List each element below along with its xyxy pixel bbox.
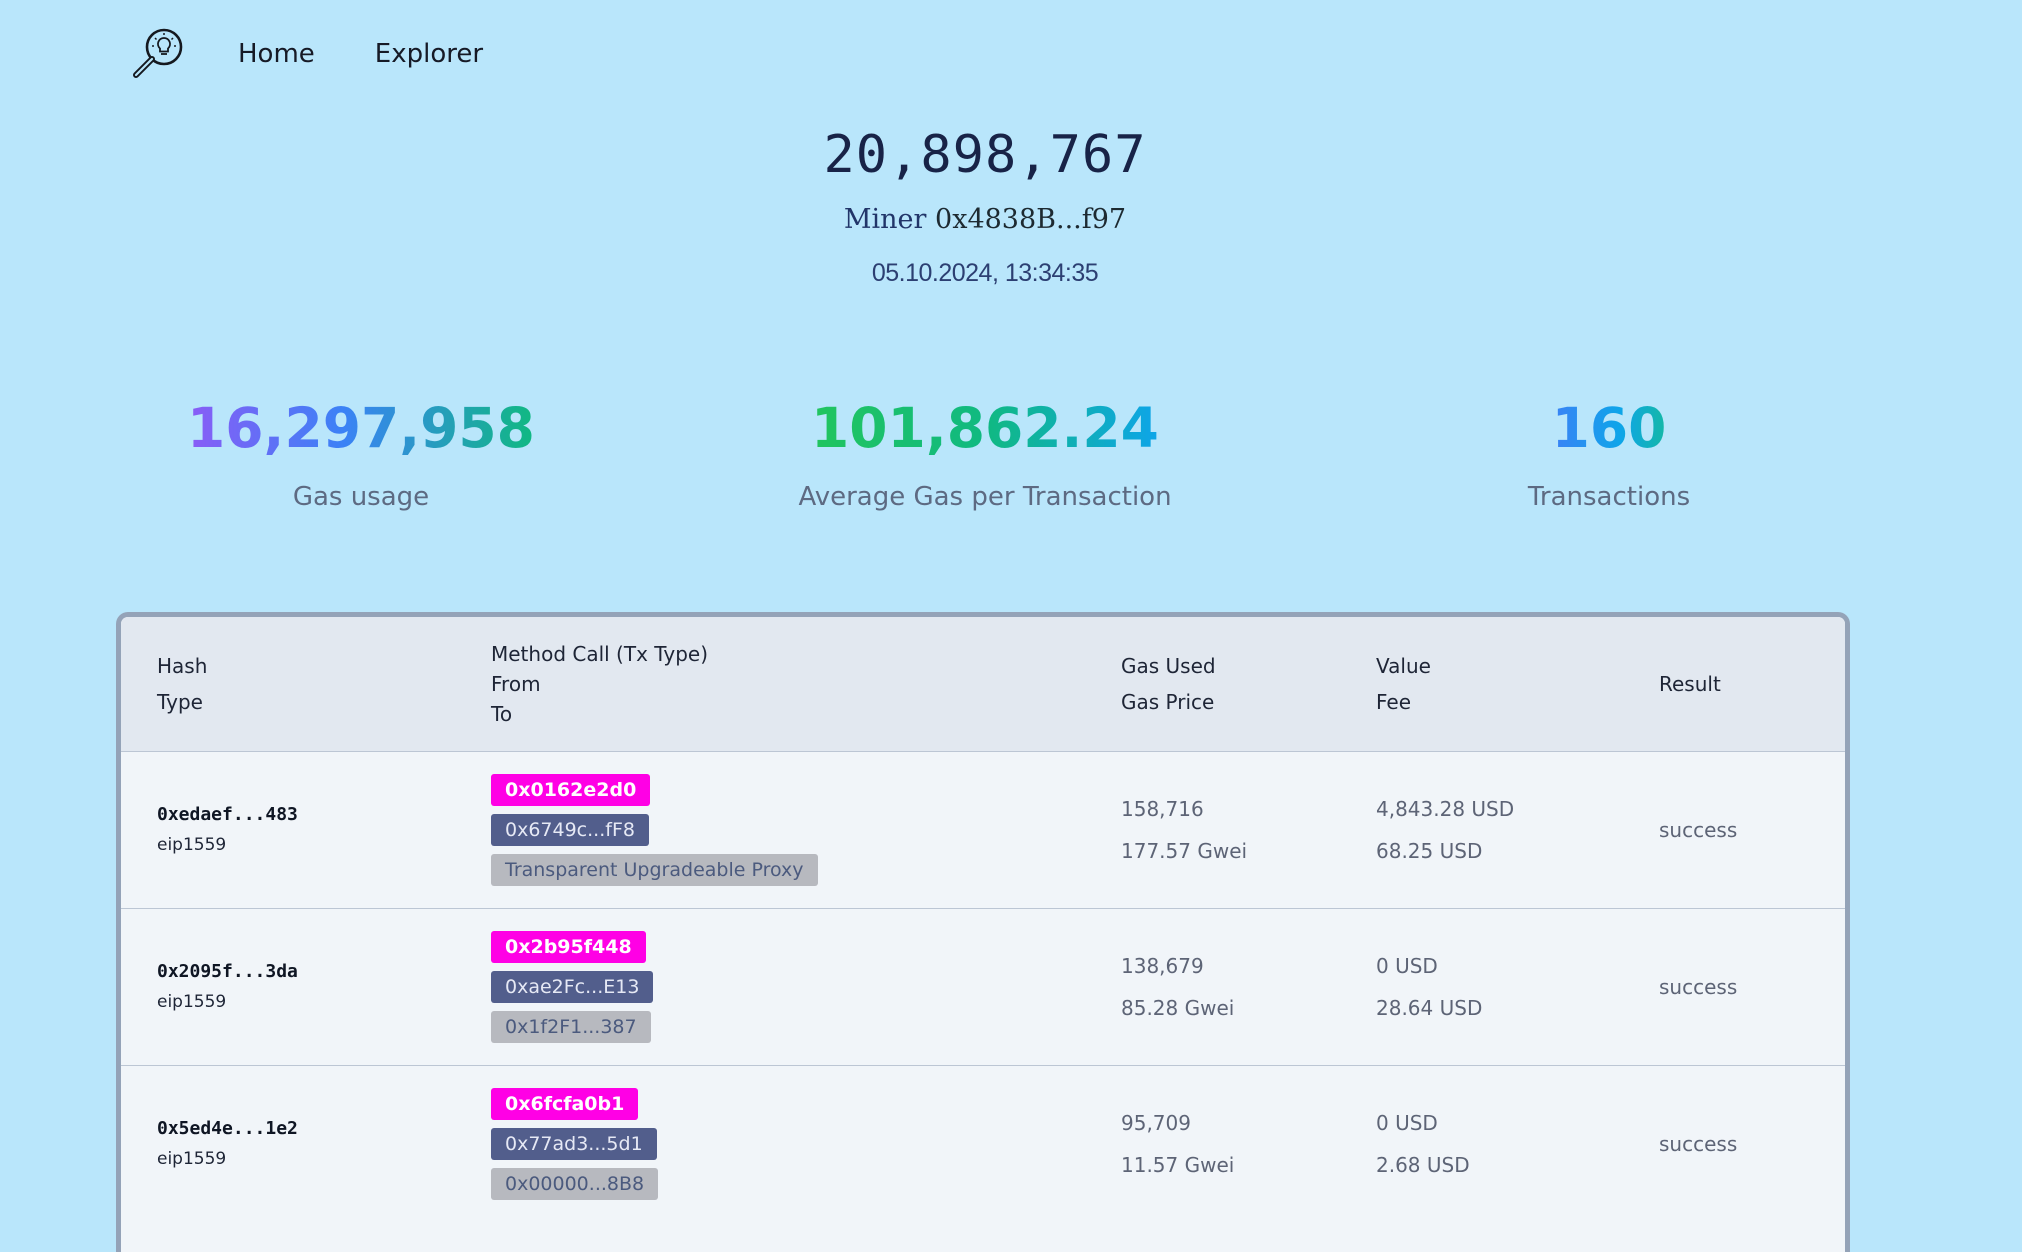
stat-value: 160	[1552, 392, 1667, 464]
gas-cell: 158,716 177.57 Gwei	[1121, 751, 1376, 908]
tx-value: 4,843.28 USD	[1376, 796, 1515, 821]
method-cell: 0x2b95f448 0xae2Fc...E13 0x1f2F1...387	[491, 908, 1121, 1065]
result-cell: success	[1659, 1065, 1845, 1222]
header-hash-type: Hash Type	[121, 617, 491, 751]
top-nav: Home Explorer	[130, 24, 543, 84]
header-to: To	[491, 701, 513, 726]
table-row[interactable]: 0xedaef...483 eip1559 0x0162e2d0 0x6749c…	[121, 751, 1845, 908]
method-badge[interactable]: 0x6fcfa0b1	[491, 1087, 639, 1120]
header-from: From	[491, 671, 541, 696]
tx-fee: 28.64 USD	[1376, 995, 1483, 1020]
tx-fee: 68.25 USD	[1376, 838, 1483, 863]
header-hash: Hash	[157, 653, 208, 678]
gas-used: 138,679	[1121, 953, 1204, 978]
hash-cell: 0xedaef...483 eip1559	[121, 751, 491, 908]
block-header: 20,898,767 Miner 0x4838B...f97 05.10.202…	[0, 120, 1970, 290]
to-address-badge[interactable]: 0x1f2F1...387	[491, 1010, 651, 1043]
gas-cell: 95,709 11.57 Gwei	[1121, 1065, 1376, 1222]
table-header-row: Hash Type Method Call (Tx Type) From To …	[121, 617, 1845, 751]
miner-address-link[interactable]: 0x4838B...f97	[935, 204, 1126, 235]
hash-cell: 0x2095f...3da eip1559	[121, 908, 491, 1065]
tx-hash-link[interactable]: 0xedaef...483	[157, 800, 491, 830]
value-cell: 0 USD 28.64 USD	[1376, 908, 1659, 1065]
value-cell: 4,843.28 USD 68.25 USD	[1376, 751, 1659, 908]
header-gas: Gas Used Gas Price	[1121, 617, 1376, 751]
header-gas-price: Gas Price	[1121, 689, 1215, 714]
from-address-badge[interactable]: 0x6749c...fF8	[491, 813, 649, 846]
tx-result: success	[1659, 1131, 1738, 1156]
to-address-badge[interactable]: 0x00000...8B8	[491, 1167, 659, 1200]
result-cell: success	[1659, 751, 1845, 908]
stat-gas-usage: 16,297,958 Gas usage	[11, 392, 711, 512]
gas-cell: 138,679 85.28 Gwei	[1121, 908, 1376, 1065]
method-badge[interactable]: 0x2b95f448	[491, 930, 646, 963]
tx-fee: 2.68 USD	[1376, 1152, 1470, 1177]
header-value-label: Value	[1376, 653, 1431, 678]
tx-type: eip1559	[157, 991, 227, 1012]
tx-result: success	[1659, 974, 1738, 999]
header-value: Value Fee	[1376, 617, 1659, 751]
magnifier-lightbulb-icon[interactable]	[130, 25, 188, 83]
gas-price: 85.28 Gwei	[1121, 995, 1235, 1020]
table-row[interactable]: 0x5ed4e...1e2 eip1559 0x6fcfa0b1 0x77ad3…	[121, 1065, 1845, 1222]
header-method-call: Method Call (Tx Type)	[491, 641, 709, 666]
block-timestamp: 05.10.2024, 13:34:35	[871, 259, 1099, 287]
stat-label: Average Gas per Transaction	[798, 482, 1172, 512]
stat-value: 101,862.24	[811, 392, 1159, 464]
stat-label: Gas usage	[292, 482, 430, 512]
transactions-table-card: Hash Type Method Call (Tx Type) From To …	[116, 612, 1850, 1252]
result-cell: success	[1659, 908, 1845, 1065]
miner-line: Miner 0x4838B...f97	[0, 202, 1970, 238]
block-number: 20,898,767	[823, 125, 1147, 185]
header-method: Method Call (Tx Type) From To	[491, 617, 1121, 751]
tx-value: 0 USD	[1376, 1110, 1438, 1135]
method-cell: 0x6fcfa0b1 0x77ad3...5d1 0x00000...8B8	[491, 1065, 1121, 1222]
stat-average-gas: 101,862.24 Average Gas per Transaction	[635, 392, 1335, 512]
from-address-badge[interactable]: 0xae2Fc...E13	[491, 970, 654, 1003]
header-type: Type	[157, 689, 203, 714]
tx-result: success	[1659, 817, 1738, 842]
gas-price: 177.57 Gwei	[1121, 838, 1248, 863]
tx-hash-link[interactable]: 0x2095f...3da	[157, 957, 491, 987]
method-cell: 0x0162e2d0 0x6749c...fF8 Transparent Upg…	[491, 751, 1121, 908]
transactions-table: Hash Type Method Call (Tx Type) From To …	[121, 617, 1845, 1222]
stat-value: 16,297,958	[187, 392, 535, 464]
table-row[interactable]: 0x2095f...3da eip1559 0x2b95f448 0xae2Fc…	[121, 908, 1845, 1065]
tx-hash-link[interactable]: 0x5ed4e...1e2	[157, 1114, 491, 1144]
tx-type: eip1559	[157, 834, 227, 855]
nav-link-home[interactable]: Home	[238, 39, 315, 69]
header-fee: Fee	[1376, 689, 1412, 714]
value-cell: 0 USD 2.68 USD	[1376, 1065, 1659, 1222]
header-gas-used: Gas Used	[1121, 653, 1216, 678]
gas-used: 95,709	[1121, 1110, 1191, 1135]
gas-used: 158,716	[1121, 796, 1204, 821]
hash-cell: 0x5ed4e...1e2 eip1559	[121, 1065, 491, 1222]
stat-transactions: 160 Transactions	[1259, 392, 1959, 512]
miner-label: Miner	[843, 204, 927, 235]
header-result: Result	[1659, 671, 1721, 696]
from-address-badge[interactable]: 0x77ad3...5d1	[491, 1127, 657, 1160]
method-badge[interactable]: 0x0162e2d0	[491, 773, 651, 806]
tx-value: 0 USD	[1376, 953, 1438, 978]
gas-price: 11.57 Gwei	[1121, 1152, 1235, 1177]
tx-type: eip1559	[157, 1148, 227, 1169]
stat-label: Transactions	[1527, 482, 1691, 512]
nav-link-explorer[interactable]: Explorer	[375, 39, 483, 69]
to-address-badge[interactable]: Transparent Upgradeable Proxy	[491, 853, 818, 886]
